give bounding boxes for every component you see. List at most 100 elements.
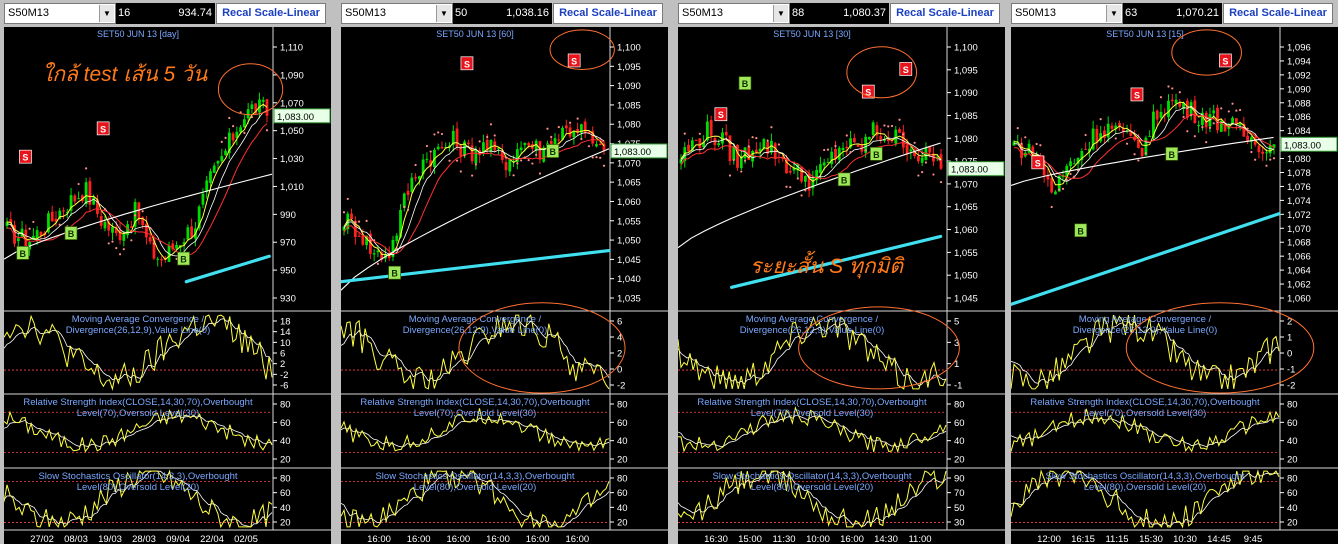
macd-tick-label: -1 [1287, 365, 1295, 376]
price-tick-label: 1,084 [1287, 126, 1311, 137]
candle [1212, 110, 1216, 114]
sar-dot [1050, 205, 1053, 209]
date-label: 11:00 [908, 534, 931, 544]
chart-area[interactable]: SET50 JUN 13 [day] 1,110 1,090 1,070 1,050 1,… [4, 27, 331, 544]
candle [909, 149, 913, 152]
sar-dot [134, 214, 137, 217]
price-tick-label: 1,088 [1287, 98, 1311, 109]
stoch-tick-label: 30 [954, 518, 965, 529]
rsi-tick-label: 60 [280, 418, 291, 429]
candle [822, 162, 826, 166]
macd-tick-label: 2 [617, 349, 622, 360]
candle [395, 235, 399, 242]
candle [527, 143, 531, 146]
candle [410, 177, 414, 193]
sar-dot [602, 164, 606, 167]
macd-tick-label: 6 [280, 349, 285, 360]
recal-scale-button[interactable]: Recal Scale-Linear [216, 3, 326, 24]
sar-dot [747, 145, 750, 148]
date-label: 16:00 [486, 534, 510, 544]
candle [841, 147, 845, 151]
chart-title: SET50 JUN 13 [day] [97, 29, 179, 39]
price-tick-label: 1,062 [1287, 280, 1311, 291]
sar-dot [130, 239, 133, 242]
sar-dot [845, 134, 848, 137]
price-tick-label: 1,090 [1287, 84, 1311, 95]
price-tick-label: 1,070 [280, 98, 304, 109]
price-tick-label: 1,035 [617, 294, 641, 305]
symbol-select[interactable]: S50M13 ▼ [341, 3, 453, 24]
candle [519, 147, 523, 151]
candle [1110, 125, 1114, 129]
chart-area[interactable]: SET50 JUN 13 [15] 1,096 1,094 1,092 1,090 1,0… [1011, 27, 1338, 544]
date-label: 16:00 [367, 534, 391, 544]
macd-label-1: Moving Average Convergence / [409, 314, 542, 325]
chevron-down-icon[interactable]: ▼ [1106, 5, 1121, 22]
buy-signal-label: B [873, 150, 880, 160]
sar-dot [504, 156, 508, 159]
candle [724, 131, 728, 136]
candle [190, 226, 194, 238]
chevron-down-icon[interactable]: ▼ [436, 5, 451, 22]
chart-area[interactable]: SET50 JUN 13 [30] 1,100 1,095 1,090 1,085 1,0… [678, 27, 1005, 544]
macd-tick-label: 10 [280, 338, 291, 349]
recal-scale-button[interactable]: Recal Scale-Linear [553, 3, 663, 24]
sar-dot [474, 163, 477, 166]
sar-dot [1182, 115, 1185, 118]
candle [687, 144, 690, 152]
symbol-select[interactable]: S50M13 ▼ [678, 3, 790, 24]
candle [1159, 111, 1163, 118]
candle [205, 180, 209, 192]
chevron-down-icon[interactable]: ▼ [773, 5, 788, 22]
date-label: 11:30 [772, 534, 795, 544]
sar-dot [1186, 130, 1189, 133]
chevron-down-icon[interactable]: ▼ [99, 5, 114, 22]
symbol-select[interactable]: S50M13 ▼ [1011, 3, 1123, 24]
candle [440, 146, 444, 149]
sell-signal-label: S [903, 65, 909, 75]
stoch-tick-label: 60 [617, 488, 628, 499]
sar-dot [403, 205, 406, 209]
stoch-label-1: Slow Stochastics Oscillator(14,3,3),Over… [38, 471, 237, 482]
cursor-price: 1,070.21 [1143, 3, 1222, 24]
buy-signal-label: B [68, 229, 75, 239]
price-tick-label: 1,068 [1287, 238, 1311, 249]
symbol-value: S50M13 [345, 7, 386, 19]
recal-scale-button[interactable]: Recal Scale-Linear [1223, 3, 1333, 24]
candle [224, 150, 227, 155]
stoch-tick-label: 80 [617, 474, 628, 485]
candle [1174, 99, 1178, 104]
sar-dot [1265, 164, 1268, 167]
stoch-tick-label: 20 [280, 518, 291, 529]
candle [212, 165, 216, 173]
date-label: 02/05 [234, 534, 258, 544]
candle [920, 157, 924, 163]
bar-count: 88 [790, 3, 810, 24]
sar-dot [932, 173, 935, 176]
sar-dot [28, 227, 31, 230]
sar-dot [346, 197, 349, 201]
candle [717, 143, 721, 146]
sar-dot [433, 133, 436, 136]
sar-dot [220, 140, 223, 143]
sar-dot [531, 162, 534, 165]
chart-area[interactable]: SET50 JUN 13 [60] 1,100 1,095 1,090 1,085 1,0… [341, 27, 668, 544]
candle [1265, 152, 1268, 154]
sell-signal-label: S [22, 153, 28, 163]
sar-dot [591, 156, 594, 159]
candle [762, 139, 766, 149]
recal-scale-button[interactable]: Recal Scale-Linear [890, 3, 1000, 24]
price-tick-label: 1,060 [1287, 294, 1311, 305]
sar-dot [1024, 136, 1027, 139]
macd-label-1: Moving Average Convergence / [72, 314, 205, 325]
stoch-tick-label: 20 [617, 518, 628, 529]
bar-count: 50 [453, 3, 473, 24]
macd-label-2: Divergence(26,12,9),Value Line(0) [403, 325, 548, 336]
sar-dot [890, 124, 894, 128]
cursor-price: 1,080.37 [810, 3, 889, 24]
symbol-select[interactable]: S50M13 ▼ [4, 3, 116, 24]
candle [1072, 163, 1076, 165]
candle [1185, 100, 1189, 118]
candle [137, 202, 141, 220]
sar-dot [732, 158, 735, 162]
